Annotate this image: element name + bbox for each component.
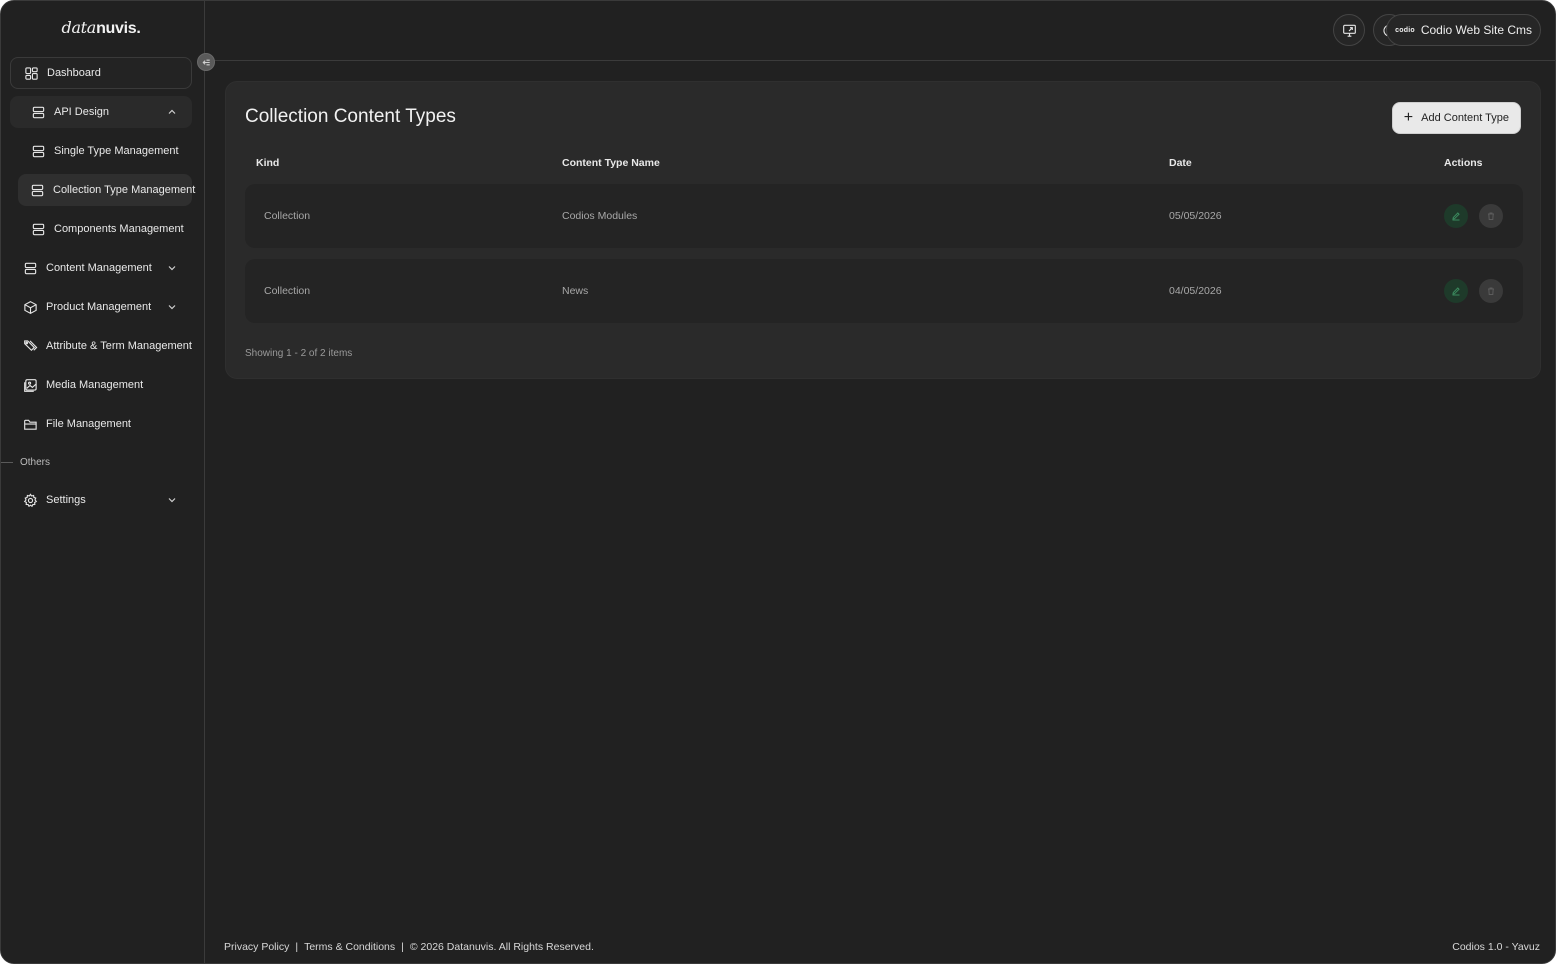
edit-icon xyxy=(1452,212,1460,221)
gear-icon xyxy=(22,492,38,508)
privacy-policy-link[interactable]: Privacy Policy xyxy=(224,941,289,953)
sidebar-item-components[interactable]: Components Management xyxy=(18,213,192,245)
sidebar-collapse-button[interactable] xyxy=(197,53,215,71)
column-header-kind[interactable]: Kind xyxy=(256,157,279,169)
section-label-others: Others xyxy=(1,457,50,468)
sidebar-item-label: Single Type Management xyxy=(54,145,179,157)
delete-button[interactable] xyxy=(1479,279,1503,303)
cell-name: News xyxy=(562,285,589,297)
edit-icon xyxy=(1452,287,1460,296)
sidebar-item-label: Content Management xyxy=(46,262,152,274)
site-selector-button[interactable]: codio Codio Web Site Cms xyxy=(1386,14,1541,46)
cell-kind: Collection xyxy=(264,210,311,222)
top-bar: codio Codio Web Site Cms xyxy=(205,1,1555,61)
sidebar-item-file-management[interactable]: File Management xyxy=(10,408,192,440)
delete-button[interactable] xyxy=(1479,204,1503,228)
sidebar-item-collection-type[interactable]: Collection Type Management xyxy=(18,174,196,206)
chevron-up-icon xyxy=(168,109,176,114)
sidebar-item-single-type[interactable]: Single Type Management xyxy=(18,135,192,167)
sidebar-item-label: Settings xyxy=(46,494,86,506)
stack-icon xyxy=(30,221,46,237)
image-icon xyxy=(22,377,38,393)
trash-icon xyxy=(1488,212,1494,220)
sidebar-item-label: Collection Type Management xyxy=(53,184,196,196)
sidebar-item-settings[interactable]: Settings xyxy=(10,484,192,516)
screen-button[interactable] xyxy=(1333,14,1365,46)
sidebar-item-label: Dashboard xyxy=(47,67,101,79)
sidebar-item-label: API Design xyxy=(54,106,110,118)
version-text: Codios 1.0 - Yavuz xyxy=(1452,941,1540,953)
cell-kind: Collection xyxy=(264,285,311,297)
column-header-name[interactable]: Content Type Name xyxy=(562,157,660,169)
column-header-actions: Actions xyxy=(1444,157,1483,169)
collapse-arrow-icon xyxy=(202,59,210,65)
plus-icon: + xyxy=(1403,109,1414,126)
tag-icon xyxy=(22,338,38,354)
chevron-down-icon xyxy=(168,305,176,310)
cell-name: Codios Modules xyxy=(562,210,638,222)
logo[interactable]: datanuvis. xyxy=(1,18,201,38)
table-row[interactable]: Collection News 04/05/2026 xyxy=(245,259,1523,323)
sidebar-item-label: File Management xyxy=(46,418,131,430)
sidebar-item-label: Components Management xyxy=(54,223,184,235)
sidebar-item-attribute-term[interactable]: Attribute & Term Management xyxy=(10,330,200,362)
copyright-text: © 2026 Datanuvis. All Rights Reserved. xyxy=(409,941,594,953)
grid-icon xyxy=(23,65,39,81)
sidebar-item-content-management[interactable]: Content Management xyxy=(10,252,192,284)
footer-links: Privacy Policy | Terms & Conditions | © 2026… xyxy=(224,941,594,953)
box-icon xyxy=(22,299,38,315)
folder-icon xyxy=(22,416,38,432)
terms-link[interactable]: Terms & Conditions xyxy=(304,941,395,953)
content-types-card: Collection Content Types + Add Content T… xyxy=(225,81,1541,379)
sidebar-item-product-management[interactable]: Product Management xyxy=(10,291,192,323)
sidebar: datanuvis. Dashboard API Design Single T… xyxy=(1,1,205,963)
page-title: Collection Content Types xyxy=(245,106,456,127)
pagination-summary: Showing 1 - 2 of 2 items xyxy=(245,348,353,359)
site-name: Codio Web Site Cms xyxy=(1420,23,1532,37)
sidebar-item-label: Media Management xyxy=(46,379,144,391)
table-row[interactable]: Collection Codios Modules 05/05/2026 xyxy=(245,184,1523,248)
sidebar-item-label: Product Management xyxy=(46,301,152,313)
sidebar-item-api-design[interactable]: API Design xyxy=(10,96,192,128)
cell-date: 04/05/2026 xyxy=(1169,285,1222,297)
add-content-type-button[interactable]: + Add Content Type xyxy=(1391,102,1521,134)
chevron-down-icon xyxy=(168,266,176,271)
site-brand-logo: codio xyxy=(1395,26,1415,34)
edit-button[interactable] xyxy=(1444,204,1468,228)
stack-icon xyxy=(30,104,46,120)
divider xyxy=(1,462,13,463)
cell-date: 05/05/2026 xyxy=(1169,210,1222,222)
stack-icon xyxy=(22,260,38,276)
chevron-down-icon xyxy=(168,498,176,503)
sidebar-item-label: Attribute & Term Management xyxy=(46,340,192,352)
stack-icon xyxy=(30,182,45,198)
trash-icon xyxy=(1488,287,1494,295)
monitor-icon xyxy=(1342,24,1356,37)
app-window: datanuvis. Dashboard API Design Single T… xyxy=(0,0,1556,964)
column-header-date[interactable]: Date xyxy=(1169,157,1192,169)
sidebar-item-media-management[interactable]: Media Management xyxy=(10,369,192,401)
sidebar-item-dashboard[interactable]: Dashboard xyxy=(10,57,192,89)
edit-button[interactable] xyxy=(1444,279,1468,303)
stack-icon xyxy=(30,143,46,159)
